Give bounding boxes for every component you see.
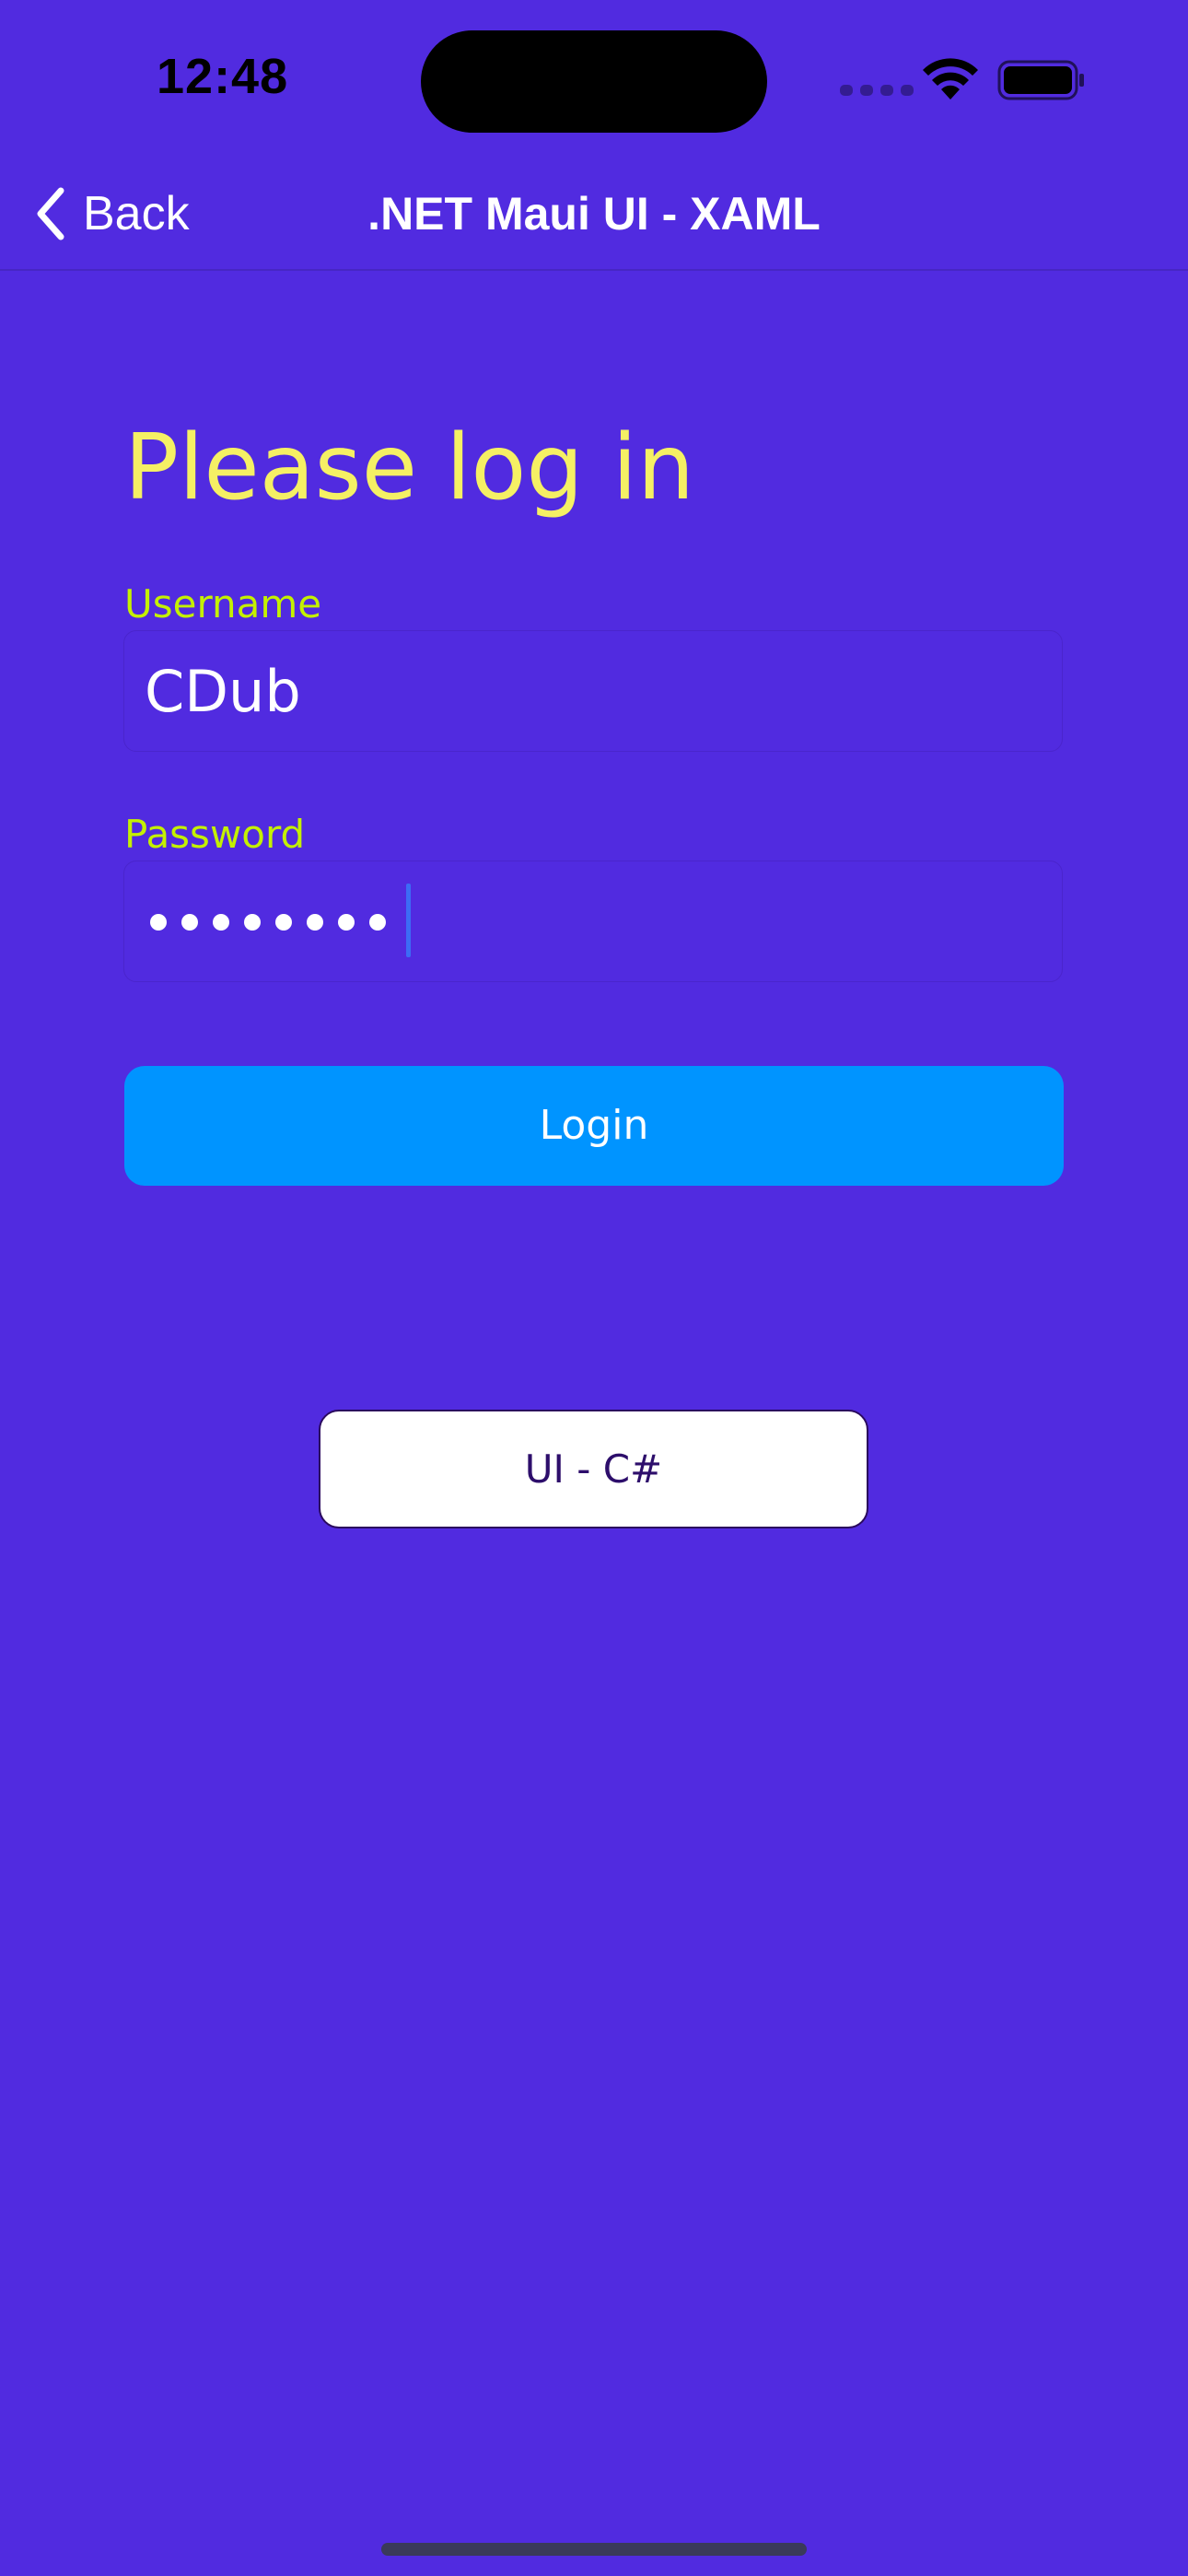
cellular-signal-icon xyxy=(840,85,914,96)
password-masked-value xyxy=(150,898,386,946)
text-cursor xyxy=(406,884,411,957)
navigation-bar: Back .NET Maui UI - XAML xyxy=(0,157,1188,271)
username-label: Username xyxy=(124,581,322,626)
username-field[interactable]: CDub xyxy=(123,630,1063,752)
status-bar: 12:48 xyxy=(0,0,1188,157)
login-heading: Please log in xyxy=(124,416,695,521)
home-indicator[interactable] xyxy=(381,2543,807,2556)
ui-csharp-button[interactable]: UI - C# xyxy=(319,1410,868,1528)
password-label: Password xyxy=(124,812,306,857)
dynamic-island xyxy=(421,30,767,133)
username-value: CDub xyxy=(145,658,301,725)
page-title: .NET Maui UI - XAML xyxy=(367,188,821,240)
status-time: 12:48 xyxy=(157,49,289,104)
login-button[interactable]: Login xyxy=(124,1066,1064,1186)
battery-icon xyxy=(997,60,1084,100)
password-field[interactable] xyxy=(123,861,1063,982)
wifi-icon xyxy=(923,58,978,100)
